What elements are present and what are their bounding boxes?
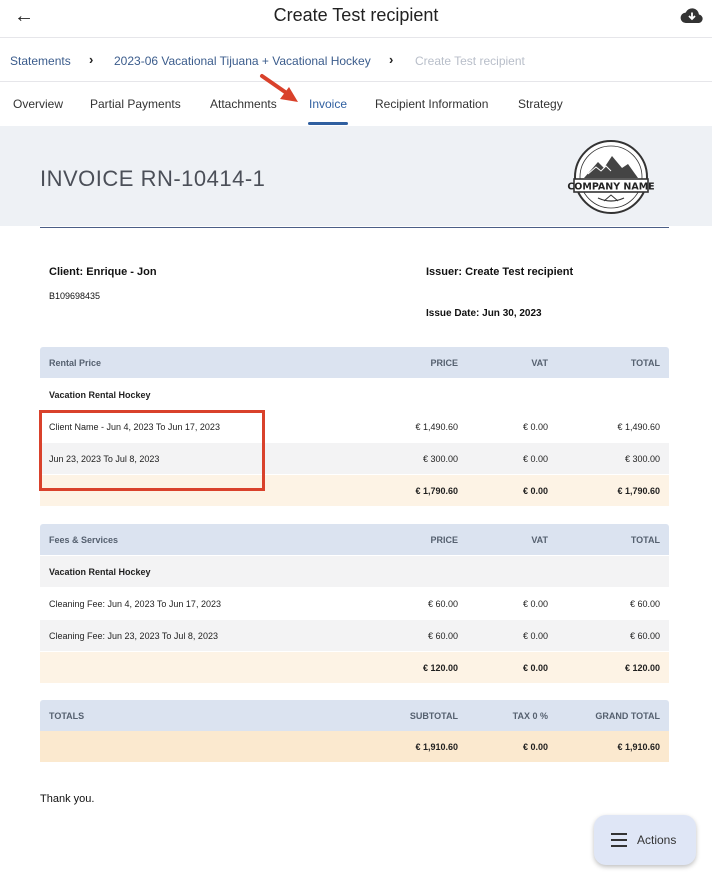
subtotal-total: € 1,790.60 [617, 486, 660, 496]
actions-button[interactable]: Actions [594, 815, 696, 865]
cloud-download-icon[interactable] [680, 6, 704, 26]
invoice-title: INVOICE RN-10414-1 [40, 166, 266, 191]
tab-overview[interactable]: Overview [13, 97, 63, 111]
actions-label: Actions [637, 833, 677, 847]
breadcrumb-statements[interactable]: Statements [10, 54, 71, 68]
column-header: SUBTOTAL [409, 711, 458, 721]
tab-strategy[interactable]: Strategy [518, 97, 563, 111]
column-header: VAT [531, 358, 548, 368]
group-row: Vacation Rental Hockey [40, 556, 669, 587]
company-logo: COMPANY NAME [567, 140, 655, 214]
row-price: € 60.00 [427, 599, 458, 609]
column-header: Fees & Services [49, 535, 119, 545]
column-header: Rental Price [49, 358, 102, 368]
table-row: Cleaning Fee: Jun 23, 2023 To Jul 8, 202… [40, 620, 669, 651]
table-header: Rental Price PRICE VAT TOTAL [40, 347, 669, 378]
tab-partial-payments[interactable]: Partial Payments [90, 97, 181, 111]
divider [40, 227, 669, 228]
table-row: Cleaning Fee: Jun 4, 2023 To Jun 17, 202… [40, 588, 669, 619]
menu-icon [611, 833, 627, 847]
row-vat: € 0.00 [522, 599, 548, 609]
tax-value: € 0.00 [522, 742, 548, 752]
active-tab-indicator [308, 122, 348, 125]
row-price: € 1,490.60 [415, 422, 458, 432]
subtotal-price: € 1,790.60 [415, 486, 458, 496]
invoice-header: INVOICE RN-10414-1 COMPANY NAME [0, 126, 712, 226]
row-vat: € 0.00 [522, 422, 548, 432]
table-header: TOTALS SUBTOTAL TAX 0 % GRAND TOTAL [40, 700, 669, 731]
row-price: € 300.00 [422, 454, 458, 464]
table-header: Fees & Services PRICE VAT TOTAL [40, 524, 669, 555]
column-header: GRAND TOTAL [595, 711, 660, 721]
row-vat: € 0.00 [522, 631, 548, 641]
column-header: TAX 0 % [512, 711, 548, 721]
subtotal-vat: € 0.00 [522, 663, 548, 673]
svg-text:COMPANY NAME: COMPANY NAME [567, 182, 654, 193]
issue-date: Issue Date: Jun 30, 2023 [426, 308, 542, 319]
breadcrumb: Statements › 2023-06 Vacational Tijuana … [0, 38, 712, 82]
tab-bar: Overview Partial Payments Attachments In… [0, 82, 712, 126]
row-total: € 60.00 [629, 599, 660, 609]
client-id: B109698435 [49, 291, 101, 301]
group-label: Vacation Rental Hockey [49, 390, 151, 400]
annotation-arrow-icon [260, 74, 298, 102]
row-vat: € 0.00 [522, 454, 548, 464]
subtotal-row: € 120.00 € 0.00 € 120.00 [40, 652, 669, 683]
row-total: € 300.00 [624, 454, 660, 464]
subtotal-total: € 120.00 [624, 663, 660, 673]
row-total: € 60.00 [629, 631, 660, 641]
thank-you-note: Thank you. [40, 793, 95, 805]
chevron-right-icon: › [389, 52, 394, 67]
column-header: TOTAL [630, 535, 660, 545]
column-header: TOTALS [49, 711, 85, 721]
column-header: PRICE [430, 535, 458, 545]
column-header: TOTAL [630, 358, 660, 368]
client-name: Client: Enrique - Jon [49, 266, 157, 278]
top-app-bar: ← Create Test recipient [0, 0, 712, 38]
group-row: Vacation Rental Hockey [40, 379, 669, 410]
row-description: Cleaning Fee: Jun 4, 2023 To Jun 17, 202… [49, 599, 221, 609]
row-description: Cleaning Fee: Jun 23, 2023 To Jul 8, 202… [49, 631, 218, 641]
issuer-name: Issuer: Create Test recipient [426, 266, 574, 278]
subtotal-vat: € 0.00 [522, 486, 548, 496]
grand-total-row: € 1,910.60 € 0.00 € 1,910.60 [40, 731, 669, 762]
subtotal-price: € 120.00 [422, 663, 458, 673]
row-total: € 1,490.60 [617, 422, 660, 432]
column-header: PRICE [430, 358, 458, 368]
grand-total-value: € 1,910.60 [617, 742, 660, 752]
page-title: Create Test recipient [273, 5, 439, 25]
breadcrumb-current: Create Test recipient [415, 54, 525, 68]
group-label: Vacation Rental Hockey [49, 567, 151, 577]
chevron-right-icon: › [89, 52, 94, 67]
column-header: VAT [531, 535, 548, 545]
row-price: € 60.00 [427, 631, 458, 641]
annotation-highlight-box [39, 410, 265, 491]
tab-recipient-information[interactable]: Recipient Information [375, 97, 488, 111]
breadcrumb-statement[interactable]: 2023-06 Vacational Tijuana + Vacational … [114, 54, 371, 68]
subtotal-value: € 1,910.60 [415, 742, 458, 752]
